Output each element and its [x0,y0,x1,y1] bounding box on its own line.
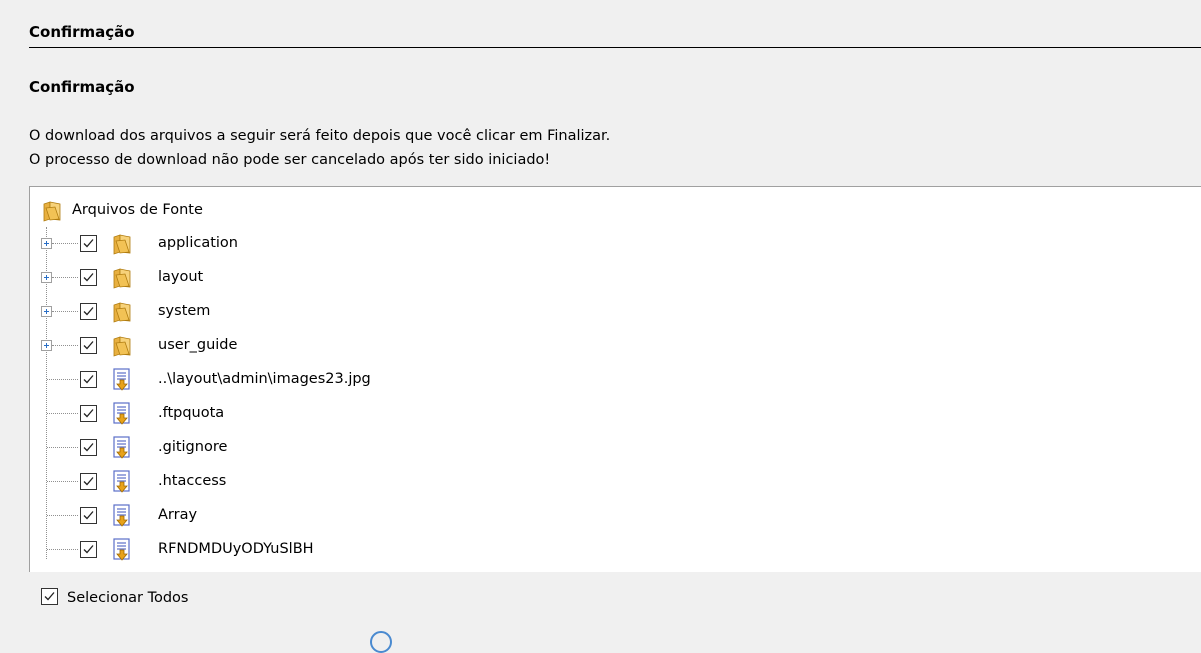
folder-label: system [158,303,211,319]
file-tree[interactable]: Arquivos de Fonte application layout sys… [29,186,1201,572]
expand-icon[interactable] [41,340,52,351]
file-download-icon [112,402,132,426]
file-checkbox[interactable] [80,371,97,388]
select-all-label[interactable]: Selecionar Todos [67,588,189,608]
tree-file-ftpquota[interactable]: .ftpquota [30,397,1201,431]
file-download-icon [112,436,132,460]
help-icon[interactable] [370,631,392,653]
tree-file-array[interactable]: Array [30,499,1201,533]
file-download-icon [112,368,132,392]
select-all-checkbox[interactable] [41,588,58,605]
confirmation-panel: Confirmação Confirmação O download dos a… [0,0,1201,653]
description-line-1: O download dos arquivos a seguir será fe… [29,128,611,144]
file-label: Array [158,507,198,523]
tree-connector [52,345,78,346]
folder-label: application [158,235,238,251]
page-title: Confirmação [29,78,135,96]
folder-checkbox[interactable] [80,269,97,286]
tree-file-htaccess[interactable]: .htaccess [30,465,1201,499]
file-label: .ftpquota [158,405,225,421]
folder-icon [112,267,132,289]
tree-root[interactable]: Arquivos de Fonte [30,194,1201,228]
tree-folder-application[interactable]: application [30,227,1201,261]
file-checkbox[interactable] [80,439,97,456]
tree-folder-system[interactable]: system [30,295,1201,329]
folder-label: user_guide [158,337,238,353]
folder-checkbox[interactable] [80,303,97,320]
tree-connector [47,379,78,380]
folder-icon [112,233,132,255]
folder-checkbox[interactable] [80,337,97,354]
tree-file-images23[interactable]: ..\layout\admin\images23.jpg [30,363,1201,397]
file-checkbox[interactable] [80,541,97,558]
tree-connector [47,413,78,414]
file-label: .htaccess [158,473,227,489]
tree-folder-user-guide[interactable]: user_guide [30,329,1201,363]
file-label: .gitignore [158,439,228,455]
tree-file-rfndmd[interactable]: RFNDMDUyODYuSlBH [30,533,1201,567]
tree-file-gitignore[interactable]: .gitignore [30,431,1201,465]
tree-connector [47,549,78,550]
file-download-icon [112,504,132,528]
file-download-icon [112,538,132,562]
file-checkbox[interactable] [80,507,97,524]
folder-icon [112,301,132,323]
tree-footer: Selecionar Todos [29,572,1201,626]
tree-connector [47,481,78,482]
description-line-2: O processo de download não pode ser canc… [29,152,551,168]
file-checkbox[interactable] [80,405,97,422]
file-checkbox[interactable] [80,473,97,490]
folder-checkbox[interactable] [80,235,97,252]
tree-connector [47,515,78,516]
tree-connector [47,447,78,448]
folder-icon [112,335,132,357]
folder-label: layout [158,269,204,285]
tree-folder-layout[interactable]: layout [30,261,1201,295]
expand-icon[interactable] [41,272,52,283]
tree-root-label: Arquivos de Fonte [72,202,203,218]
expand-icon[interactable] [41,238,52,249]
section-divider [29,47,1201,48]
tree-connector [52,277,78,278]
file-label: ..\layout\admin\images23.jpg [158,371,371,387]
tree-connector [52,243,78,244]
tree-connector [52,311,78,312]
expand-icon[interactable] [41,306,52,317]
section-header: Confirmação [29,23,135,41]
file-download-icon [112,470,132,494]
folder-icon [42,200,62,222]
file-label: RFNDMDUyODYuSlBH [158,541,314,557]
